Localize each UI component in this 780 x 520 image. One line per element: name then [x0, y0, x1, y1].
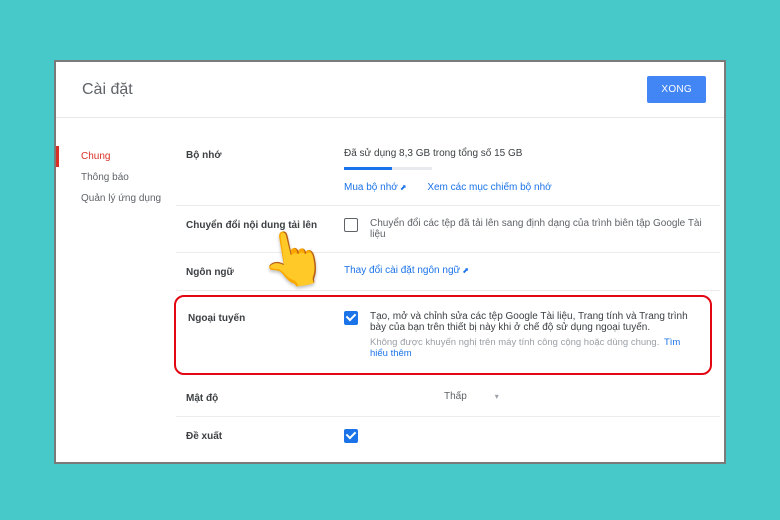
- link-text: Mua bộ nhớ: [344, 182, 398, 193]
- suggestions-checkbox[interactable]: [344, 429, 358, 443]
- external-link-icon: ⬈: [462, 266, 469, 275]
- row-label-convert: Chuyển đổi nội dung tải lên: [176, 218, 344, 240]
- row-offline-highlighted: Ngoại tuyến Tạo, mở và chỉnh sửa các tệp…: [174, 295, 712, 375]
- convert-desc: Chuyển đổi các tệp đã tải lên sang định …: [370, 218, 720, 240]
- row-body-density: Thấp ▾: [344, 391, 720, 404]
- settings-dialog: Cài đặt XONG Chung Thông báo Quản lý ứng…: [56, 62, 726, 464]
- row-suggestions: Đề xuất: [176, 417, 720, 455]
- dialog-body: Chung Thông báo Quản lý ứng dụng Bộ nhớ …: [56, 118, 726, 464]
- link-text: Thay đổi cài đặt ngôn ngữ: [344, 265, 460, 276]
- row-storage: Bộ nhớ Đã sử dụng 8,3 GB trong tổng số 1…: [176, 136, 720, 206]
- row-language: Ngôn ngữ Thay đổi cài đặt ngôn ngữ⬈: [176, 253, 720, 291]
- dialog-header: Cài đặt XONG: [56, 62, 726, 118]
- row-label-storage: Bộ nhớ: [176, 148, 344, 193]
- storage-bar: [344, 167, 432, 170]
- storage-bar-fill: [344, 167, 392, 170]
- external-link-icon: ⬈: [400, 183, 407, 192]
- offline-text-block: Tạo, mở và chỉnh sửa các tệp Google Tài …: [370, 311, 700, 359]
- row-label-suggestions: Đề xuất: [176, 429, 344, 443]
- app-window: Cài đặt XONG Chung Thông báo Quản lý ứng…: [54, 60, 726, 464]
- row-label-density: Mật độ: [176, 391, 344, 404]
- offline-checkbox[interactable]: [344, 311, 358, 325]
- sidebar-item-label: Quản lý ứng dụng: [81, 193, 161, 204]
- done-button[interactable]: XONG: [647, 76, 706, 103]
- offline-subtext: Không được khuyến nghị trên máy tính côn…: [370, 337, 700, 359]
- settings-content: Bộ nhớ Đã sử dụng 8,3 GB trong tổng số 1…: [176, 118, 726, 464]
- offline-desc: Tạo, mở và chỉnh sửa các tệp Google Tài …: [370, 311, 700, 333]
- storage-usage-text: Đã sử dụng 8,3 GB trong tổng số 15 GB: [344, 148, 720, 159]
- sidebar-item-label: Chung: [81, 151, 110, 162]
- row-body-convert: Chuyển đổi các tệp đã tải lên sang định …: [344, 218, 720, 240]
- dialog-title: Cài đặt: [82, 81, 133, 99]
- language-settings-link[interactable]: Thay đổi cài đặt ngôn ngữ⬈: [344, 265, 469, 276]
- row-convert-uploads: Chuyển đổi nội dung tải lên Chuyển đổi c…: [176, 206, 720, 253]
- row-body-suggestions: [344, 429, 720, 443]
- settings-sidebar: Chung Thông báo Quản lý ứng dụng: [56, 118, 176, 464]
- sidebar-item-general[interactable]: Chung: [56, 146, 176, 167]
- chevron-down-icon: ▾: [495, 392, 499, 401]
- offline-sub: Không được khuyến nghị trên máy tính côn…: [370, 337, 659, 348]
- row-density: Mật độ Thấp ▾: [176, 379, 720, 417]
- view-storage-items-link[interactable]: Xem các mục chiếm bộ nhớ: [427, 182, 551, 193]
- density-value: Thấp: [444, 391, 467, 402]
- row-body-offline: Tạo, mở và chỉnh sửa các tệp Google Tài …: [344, 311, 700, 359]
- row-label-offline: Ngoại tuyến: [176, 311, 344, 359]
- row-body-language: Thay đổi cài đặt ngôn ngữ⬈: [344, 265, 720, 278]
- row-body-storage: Đã sử dụng 8,3 GB trong tổng số 15 GB Mu…: [344, 148, 720, 193]
- row-label-language: Ngôn ngữ: [176, 265, 344, 278]
- sidebar-item-manage-apps[interactable]: Quản lý ứng dụng: [56, 188, 176, 209]
- convert-checkbox[interactable]: [344, 218, 358, 232]
- sidebar-item-label: Thông báo: [81, 172, 129, 183]
- sidebar-item-notifications[interactable]: Thông báo: [56, 167, 176, 188]
- buy-storage-link[interactable]: Mua bộ nhớ⬈: [344, 182, 409, 193]
- density-select[interactable]: Thấp ▾: [444, 391, 499, 402]
